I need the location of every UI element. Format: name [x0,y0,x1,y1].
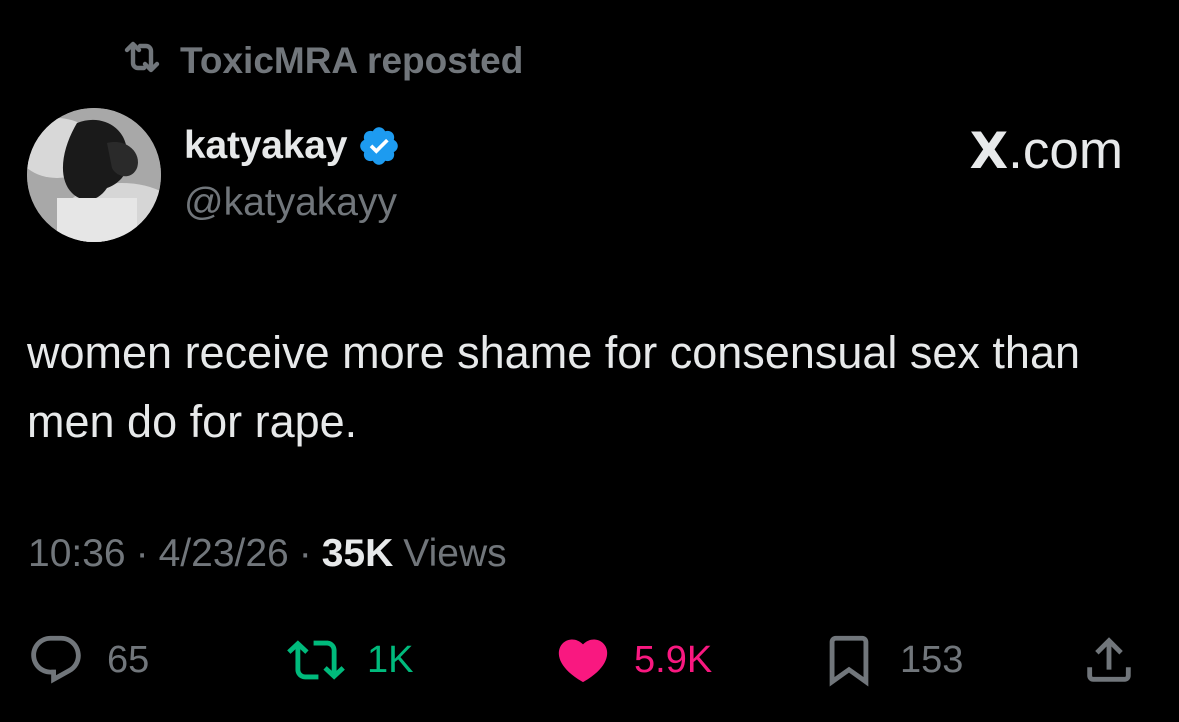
tweet-text: women receive more shame for consensual … [27,327,1081,447]
share-button[interactable] [1080,630,1138,690]
repost-icon [287,631,345,689]
x-com-watermark: X .com [970,120,1123,181]
reply-button[interactable]: 65 [27,630,149,690]
avatar[interactable] [27,108,161,242]
views-count: 35K [321,532,394,575]
tweet-time[interactable]: 10:36 [28,532,126,576]
tweet-actions-bar: 65 1K 5.9K 153 [0,620,1179,700]
bookmark-button[interactable]: 153 [820,630,963,690]
repost-count: 1K [367,638,414,681]
share-icon [1080,631,1138,689]
repost-button[interactable]: 1K [287,630,413,690]
bookmark-count: 153 [900,638,964,681]
like-button[interactable]: 5.9K [554,630,712,690]
like-count: 5.9K [634,638,713,681]
author-display-name[interactable]: katyakay [184,124,347,168]
tweet-date[interactable]: 4/23/26 [159,532,289,576]
reply-icon [27,631,85,689]
repost-label: ToxicMRA reposted [180,40,524,81]
reply-count: 65 [107,638,150,681]
x-logo-icon: X [969,122,1009,180]
repost-icon [118,33,166,90]
repost-context[interactable]: ToxicMRA reposted [118,38,523,84]
author-name-row[interactable]: katyakay [184,124,401,168]
views-label: Views [403,532,507,575]
bookmark-icon [820,631,878,689]
heart-icon [554,631,612,689]
meta-separator: · [298,532,312,575]
tweet-meta: 10:36 · 4/23/26 · 35K Views [28,532,507,576]
author-handle[interactable]: @katyakayy [184,181,397,225]
brand-suffix: .com [1008,121,1123,180]
verified-badge-icon [357,124,401,168]
meta-separator: · [135,532,149,575]
